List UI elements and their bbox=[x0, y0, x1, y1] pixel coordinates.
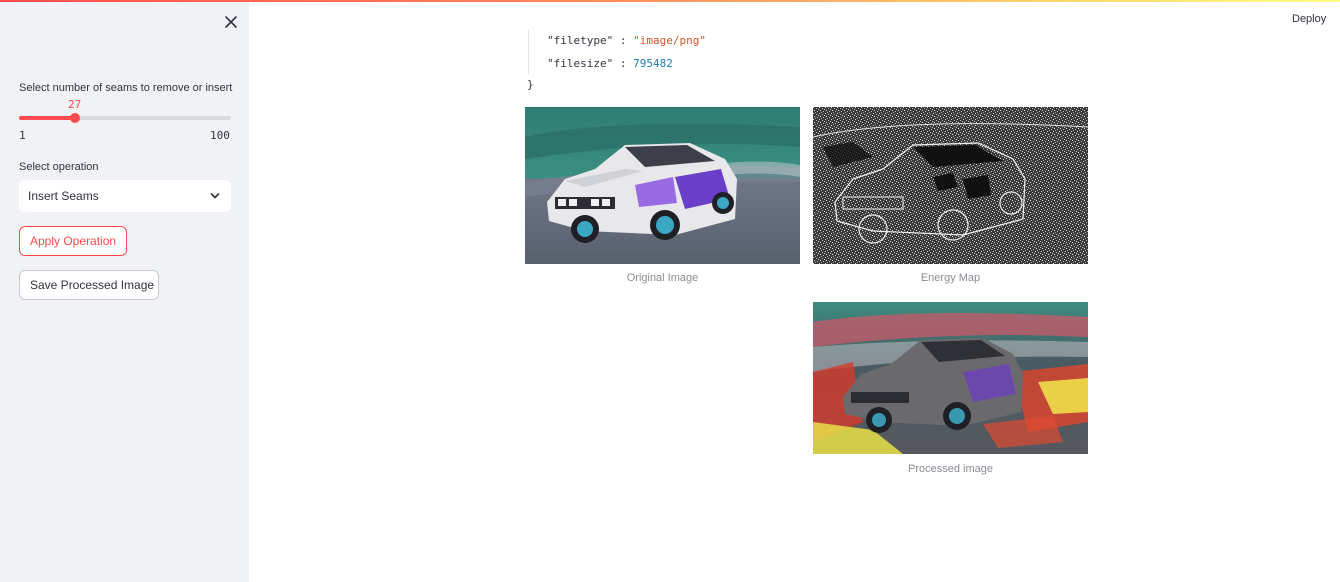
operation-select-label: Select operation bbox=[19, 161, 99, 173]
original-image bbox=[525, 107, 800, 264]
json-indent-guide bbox=[528, 30, 529, 74]
json-colon: : bbox=[619, 57, 627, 70]
json-line-filetype: "filetype" : "image/png" bbox=[547, 34, 706, 47]
seams-slider-thumb[interactable] bbox=[69, 113, 80, 123]
close-icon bbox=[225, 16, 237, 28]
operation-select-value: Insert Seams bbox=[28, 189, 99, 203]
top-decoration-bar bbox=[0, 0, 1340, 2]
apply-operation-button[interactable]: Apply Operation bbox=[19, 226, 127, 256]
json-colon: : bbox=[619, 34, 627, 47]
chevron-down-icon bbox=[210, 193, 220, 199]
seams-slider-fill bbox=[19, 116, 75, 120]
json-close-brace: } bbox=[527, 78, 534, 91]
seams-slider[interactable] bbox=[19, 113, 231, 123]
json-line-filesize: "filesize" : 795482 bbox=[547, 57, 673, 70]
save-processed-image-button[interactable]: Save Processed Image bbox=[19, 270, 159, 300]
original-image-caption: Original Image bbox=[626, 272, 699, 284]
seams-slider-label: Select number of seams to remove or inse… bbox=[19, 82, 233, 94]
json-key: "filesize" bbox=[547, 57, 614, 70]
seams-slider-min: 1 bbox=[19, 129, 26, 142]
seams-slider-value: 27 bbox=[68, 98, 82, 111]
energy-map-caption: Energy Map bbox=[920, 272, 981, 284]
json-value: "image/png" bbox=[633, 34, 706, 47]
deploy-button[interactable]: Deploy bbox=[1292, 13, 1326, 25]
energy-map-image bbox=[813, 107, 1088, 264]
processed-image bbox=[813, 302, 1088, 454]
close-sidebar-button[interactable] bbox=[222, 13, 240, 31]
operation-select[interactable]: Insert Seams bbox=[19, 180, 231, 212]
processed-image-caption: Processed image bbox=[908, 463, 993, 475]
seams-slider-max: 100 bbox=[210, 129, 230, 142]
json-value: 795482 bbox=[633, 57, 673, 70]
sidebar: Select number of seams to remove or inse… bbox=[0, 0, 249, 582]
json-key: "filetype" bbox=[547, 34, 614, 47]
